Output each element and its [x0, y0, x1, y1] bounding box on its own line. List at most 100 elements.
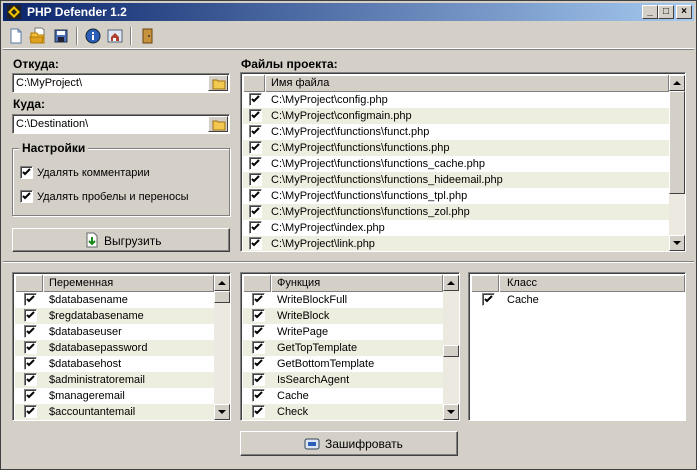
minimize-button[interactable]: _	[642, 5, 658, 19]
row-checkbox[interactable]	[24, 325, 37, 338]
remove-spaces-checkbox[interactable]	[20, 190, 33, 203]
row-checkbox[interactable]	[249, 237, 262, 250]
maximize-button[interactable]: □	[658, 5, 674, 19]
minimize-icon: _	[647, 6, 653, 17]
scroll-thumb[interactable]	[443, 345, 459, 357]
row-checkbox[interactable]	[249, 93, 262, 106]
home-button[interactable]	[105, 26, 125, 46]
close-button[interactable]: ×	[676, 5, 692, 19]
list-item[interactable]: C:\MyProject\config.php	[243, 92, 669, 108]
list-item[interactable]: C:\MyProject\configmain.php	[243, 108, 669, 124]
checkmark-icon	[251, 127, 260, 135]
list-item[interactable]: C:\MyProject\functions\functions_cache.p…	[243, 156, 669, 172]
row-checkbox[interactable]	[24, 405, 37, 418]
scroll-up-button[interactable]	[669, 75, 685, 91]
row-label: GetTopTemplate	[277, 342, 358, 354]
checkmark-icon	[26, 295, 35, 303]
row-checkbox[interactable]	[249, 221, 262, 234]
row-checkbox[interactable]	[252, 373, 265, 386]
list-item[interactable]: WriteBlock	[243, 308, 443, 324]
row-checkbox[interactable]	[252, 293, 265, 306]
browse-source-button[interactable]	[208, 75, 228, 91]
scroll-down-button[interactable]	[443, 404, 459, 420]
list-item[interactable]: $manageremail	[15, 388, 214, 404]
list-item[interactable]: GetBottomTemplate	[243, 356, 443, 372]
list-item[interactable]: C:\MyProject\functions\functions_zol.php	[243, 204, 669, 220]
checkmark-icon	[251, 239, 260, 247]
list-item[interactable]: $databasehost	[15, 356, 214, 372]
row-checkbox[interactable]	[249, 173, 262, 186]
destination-path-field[interactable]: C:\Destination\	[12, 114, 230, 134]
arrow-up-icon	[673, 81, 681, 85]
source-path-field[interactable]: C:\MyProject\	[12, 73, 230, 93]
list-item[interactable]: $regdatabasename	[15, 308, 214, 324]
list-item[interactable]: $databasepassword	[15, 340, 214, 356]
classes-header: Класс	[471, 275, 685, 292]
row-checkbox[interactable]	[24, 293, 37, 306]
list-item[interactable]: C:\MyProject\index.php	[243, 220, 669, 236]
list-item[interactable]: Check	[243, 404, 443, 420]
checkmark-icon	[26, 343, 35, 351]
info-button[interactable]	[83, 26, 103, 46]
row-checkbox[interactable]	[249, 189, 262, 202]
files-scrollbar[interactable]	[669, 75, 685, 251]
maximize-icon: □	[662, 6, 670, 17]
save-button[interactable]	[51, 26, 71, 46]
row-checkbox[interactable]	[252, 389, 265, 402]
scroll-down-button[interactable]	[669, 235, 685, 251]
list-item[interactable]: GetTopTemplate	[243, 340, 443, 356]
list-item[interactable]: $accountantemail	[15, 404, 214, 420]
list-item[interactable]: WriteBlockFull	[243, 292, 443, 308]
row-label: C:\MyProject\link.php	[271, 238, 375, 250]
list-item[interactable]: $databasename	[15, 292, 214, 308]
scroll-thumb[interactable]	[669, 91, 685, 194]
checkmark-icon	[26, 407, 35, 415]
row-checkbox[interactable]	[252, 357, 265, 370]
list-item[interactable]: C:\MyProject\functions\functions_hideema…	[243, 172, 669, 188]
functions-scrollbar[interactable]	[443, 275, 459, 420]
row-checkbox[interactable]	[24, 341, 37, 354]
export-button[interactable]: Выгрузить	[12, 228, 230, 252]
row-checkbox[interactable]	[24, 373, 37, 386]
new-file-button[interactable]	[6, 26, 26, 46]
row-checkbox[interactable]	[252, 405, 265, 418]
row-checkbox[interactable]	[249, 125, 262, 138]
list-item[interactable]: C:\MyProject\functions\functions_tpl.php	[243, 188, 669, 204]
row-checkbox[interactable]	[252, 309, 265, 322]
row-checkbox[interactable]	[249, 157, 262, 170]
function-column-label: Функция	[277, 277, 321, 289]
row-checkbox[interactable]	[482, 293, 495, 306]
list-item[interactable]: IsSearchAgent	[243, 372, 443, 388]
list-item[interactable]: $administratoremail	[15, 372, 214, 388]
remove-comments-checkbox[interactable]	[20, 166, 33, 179]
variables-scrollbar[interactable]	[214, 275, 230, 420]
scroll-up-button[interactable]	[443, 275, 459, 291]
open-file-button[interactable]	[28, 26, 48, 46]
row-checkbox[interactable]	[249, 141, 262, 154]
class-column-label: Класс	[507, 277, 537, 289]
row-checkbox[interactable]	[24, 357, 37, 370]
list-item[interactable]: WritePage	[243, 324, 443, 340]
list-item[interactable]: Cache	[243, 388, 443, 404]
home-icon	[107, 29, 123, 43]
scroll-thumb[interactable]	[214, 291, 230, 303]
list-item[interactable]: $databaseuser	[15, 324, 214, 340]
encrypt-button[interactable]: Зашифровать	[240, 431, 458, 456]
row-checkbox[interactable]	[24, 309, 37, 322]
browse-destination-button[interactable]	[208, 116, 228, 132]
checkmark-icon	[254, 343, 263, 351]
row-checkbox[interactable]	[252, 325, 265, 338]
list-item[interactable]: C:\MyProject\functions\funct.php	[243, 124, 669, 140]
checkmark-icon	[251, 223, 260, 231]
row-label: $databasehost	[49, 358, 122, 370]
row-checkbox[interactable]	[252, 341, 265, 354]
row-checkbox[interactable]	[249, 109, 262, 122]
scroll-down-button[interactable]	[214, 404, 230, 420]
exit-button[interactable]	[137, 26, 157, 46]
scroll-up-button[interactable]	[214, 275, 230, 291]
list-item[interactable]: Cache	[471, 292, 685, 308]
row-checkbox[interactable]	[24, 389, 37, 402]
list-item[interactable]: C:\MyProject\functions\functions.php	[243, 140, 669, 156]
row-checkbox[interactable]	[249, 205, 262, 218]
list-item[interactable]: C:\MyProject\link.php	[243, 236, 669, 251]
